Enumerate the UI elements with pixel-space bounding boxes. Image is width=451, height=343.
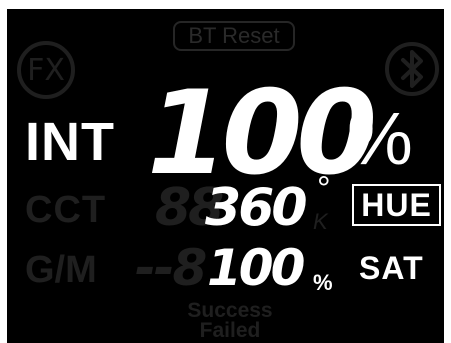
cct-label: CCT	[25, 189, 107, 231]
lcd-display: FX BT Reset INT 100 % CCT 88 360 ° K HUE…	[7, 9, 444, 343]
intensity-label: INT	[25, 112, 115, 172]
sat-mode-button[interactable]: SAT	[359, 248, 424, 288]
fx-icon[interactable]: FX	[17, 41, 75, 99]
intensity-value: 100	[147, 66, 377, 201]
status-failed: Failed	[199, 319, 261, 342]
bluetooth-icon[interactable]	[385, 42, 439, 96]
gm-ghost-digits: --8	[135, 239, 207, 297]
hue-value: 360	[205, 178, 308, 238]
intensity-unit: %	[347, 97, 413, 180]
degree-unit: °	[317, 170, 331, 208]
saturation-value: 100	[207, 239, 305, 297]
hue-mode-button[interactable]: HUE	[352, 184, 441, 226]
gm-label: G/M	[25, 249, 97, 291]
bt-reset-button[interactable]: BT Reset	[173, 21, 295, 51]
fx-icon-text: FX	[27, 52, 65, 88]
bluetooth-glyph	[401, 50, 423, 88]
kelvin-unit: K	[313, 209, 328, 234]
saturation-unit: %	[313, 270, 333, 295]
